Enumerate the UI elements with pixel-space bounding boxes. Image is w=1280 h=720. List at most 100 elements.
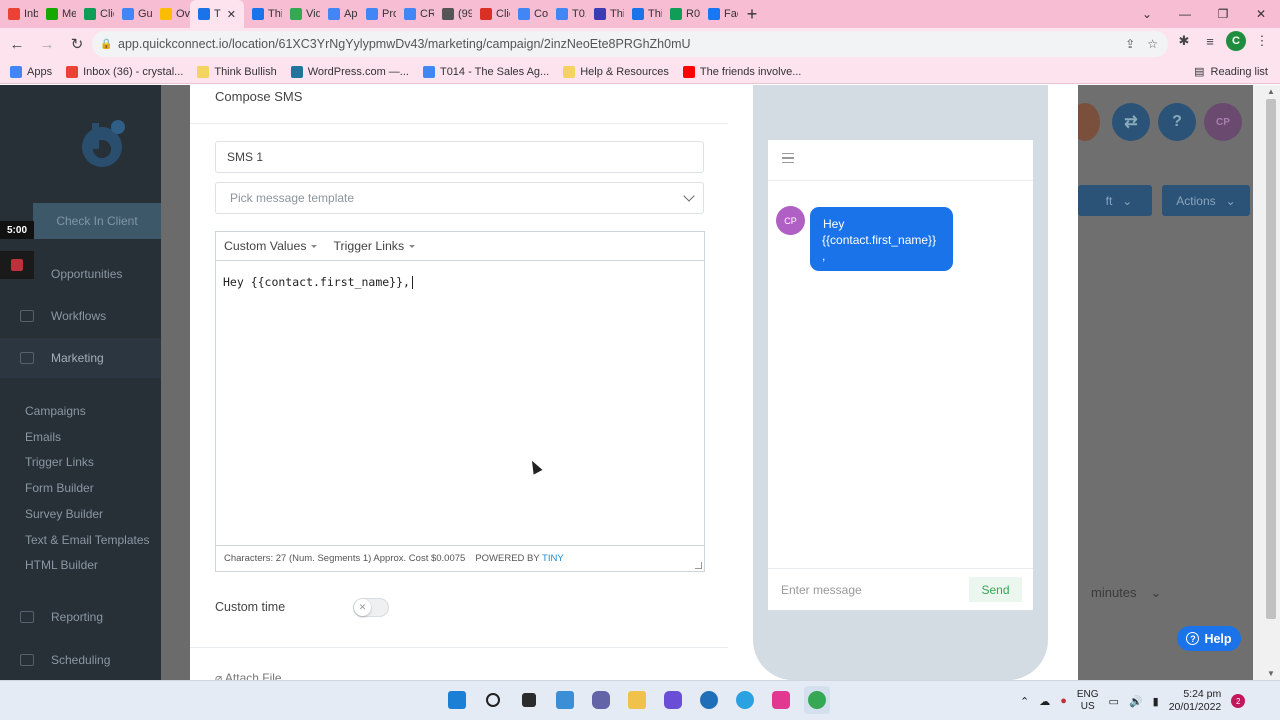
sidebar-sub-trigger-links[interactable]: Trigger Links	[25, 455, 94, 469]
slack-icon[interactable]	[768, 686, 794, 714]
bookmark-item[interactable]: Help & Resources	[563, 65, 669, 78]
bookmark-item[interactable]: Apps	[10, 65, 52, 78]
teams-chat-icon[interactable]	[588, 686, 614, 714]
bookmark-star-icon[interactable]: ☆	[1147, 37, 1158, 51]
preview-send-button[interactable]: Send	[969, 577, 1022, 602]
message-template-select[interactable]: Pick message template	[215, 182, 704, 214]
browser-tab[interactable]: Inbo	[0, 0, 38, 28]
restore-icon[interactable]: ❐	[1204, 0, 1242, 28]
clock[interactable]: 5:24 pm 20/01/2022	[1169, 688, 1222, 714]
start-icon[interactable]	[444, 686, 470, 714]
help-circle-icon[interactable]: ?	[1158, 103, 1196, 141]
tab-search-icon[interactable]: ⌄	[1128, 0, 1166, 28]
tiny-link[interactable]: TINY	[542, 553, 564, 564]
switch-icon[interactable]: ⇄	[1112, 103, 1150, 141]
chevron-up-icon[interactable]: ⌃	[1020, 695, 1029, 708]
edge-icon[interactable]	[696, 686, 722, 714]
battery-icon[interactable]: ▮	[1153, 695, 1159, 708]
resize-handle-icon[interactable]	[695, 562, 702, 569]
microphone-icon[interactable]: ●	[1060, 695, 1067, 707]
sidebar-sub-campaigns[interactable]: Campaigns	[25, 404, 86, 418]
sidebar-item-scheduling[interactable]: Scheduling	[0, 640, 161, 680]
browser-tab[interactable]: Mes	[38, 0, 76, 28]
editor-body[interactable]: Hey {{contact.first_name}},	[216, 261, 704, 303]
bookmark-item[interactable]: T014 - The Sales Ag...	[422, 65, 549, 78]
language-indicator[interactable]: ENG US	[1077, 689, 1099, 713]
browser-tab[interactable]: App	[320, 0, 358, 28]
divider	[190, 647, 728, 648]
notification-badge[interactable]: 2	[1231, 694, 1246, 708]
help-button[interactable]: ? Help	[1177, 626, 1241, 651]
back-icon[interactable]: ←	[4, 31, 30, 57]
sidebar-item-workflows[interactable]: Workflows	[0, 296, 161, 336]
user-avatar[interactable]: CP	[1204, 103, 1242, 141]
custom-time-toggle[interactable]: ✕	[353, 598, 389, 617]
page-scrollbar[interactable]: ▲ ▼	[1253, 85, 1280, 680]
sidebar-item-marketing[interactable]: Marketing	[0, 338, 161, 378]
browser-tab[interactable]: (99+	[434, 0, 472, 28]
minutes-select[interactable]: minutes ⌄	[1091, 585, 1161, 601]
search-icon[interactable]	[480, 686, 506, 714]
scroll-down-icon[interactable]: ▼	[1267, 669, 1275, 678]
browser-tab[interactable]: Com	[510, 0, 548, 28]
widgets-icon[interactable]	[552, 686, 578, 714]
address-bar[interactable]: 🔒 app.quickconnect.io/location/61XC3YrNg…	[92, 31, 1168, 57]
recorder-icon[interactable]	[732, 686, 758, 714]
preview-message-input[interactable]: Enter message	[781, 583, 862, 597]
sidebar-item-opportunities[interactable]: Opportunities	[0, 254, 161, 294]
browser-tab[interactable]: Face	[700, 0, 738, 28]
sidebar-sub-form-builder[interactable]: Form Builder	[25, 481, 94, 495]
teams-icon[interactable]	[660, 686, 686, 714]
reload-icon[interactable]: ↻	[64, 31, 90, 57]
browser-tab[interactable]: Clien	[76, 0, 114, 28]
bookmark-item[interactable]: WordPress.com —...	[290, 65, 409, 78]
close-window-icon[interactable]: ✕	[1242, 0, 1280, 28]
scroll-up-icon[interactable]: ▲	[1267, 87, 1275, 96]
file-explorer-icon[interactable]	[624, 686, 650, 714]
browser-tab[interactable]: R00	[662, 0, 700, 28]
sms-name-input[interactable]: SMS 1	[215, 141, 704, 173]
browser-tab[interactable]: Proc	[358, 0, 396, 28]
browser-tab[interactable]: Guid	[114, 0, 152, 28]
minimize-icon[interactable]: —	[1166, 0, 1204, 28]
sidebar-sub-emails[interactable]: Emails	[25, 430, 61, 444]
new-tab-button[interactable]: +	[738, 0, 766, 28]
browser-tab[interactable]: T ✕	[190, 0, 244, 28]
trigger-links-menu[interactable]: Trigger Links	[333, 239, 415, 253]
browser-tab[interactable]: Thin	[586, 0, 624, 28]
forward-icon[interactable]: →	[34, 31, 60, 57]
media-control-icon[interactable]: ≡	[1200, 31, 1220, 51]
reading-list[interactable]: ▤ Reading list	[1194, 65, 1268, 79]
profile-avatar[interactable]: C	[1226, 31, 1246, 51]
browser-tab[interactable]: Thin	[244, 0, 282, 28]
sidebar-sub-html-builder[interactable]: HTML Builder	[25, 558, 98, 572]
bookmark-item[interactable]: Think Bullish	[197, 65, 277, 78]
volume-icon[interactable]: 🔊	[1129, 695, 1143, 708]
network-icon[interactable]: ▭	[1109, 695, 1119, 708]
browser-tab[interactable]: Over	[152, 0, 190, 28]
sidebar-item-reporting[interactable]: Reporting	[0, 597, 161, 637]
bookmark-item[interactable]: The friends involve...	[682, 65, 801, 78]
close-tab-icon[interactable]: ✕	[227, 8, 236, 21]
share-icon[interactable]: ⇪	[1125, 37, 1135, 51]
browser-tab[interactable]: Thin	[624, 0, 662, 28]
attach-file-button[interactable]: ⌀ Attach File	[215, 671, 282, 680]
cloud-icon[interactable]: ☁	[1039, 695, 1050, 708]
browser-tab[interactable]: T014	[548, 0, 586, 28]
actions-button[interactable]: Actions ⌄	[1162, 185, 1250, 216]
hamburger-menu-icon[interactable]	[782, 153, 794, 163]
sidebar-sub-survey-builder[interactable]: Survey Builder	[25, 507, 103, 521]
browser-tab[interactable]: CRY	[396, 0, 434, 28]
chrome-icon[interactable]	[804, 686, 830, 714]
browser-tab[interactable]: Vide	[282, 0, 320, 28]
bookmark-item[interactable]: Inbox (36) - crystal...	[66, 65, 183, 78]
draft-button[interactable]: ft ⌄	[1078, 185, 1152, 216]
sidebar-sub-templates[interactable]: Text & Email Templates	[25, 533, 150, 547]
custom-values-menu[interactable]: Custom Values	[224, 239, 317, 253]
task-view-icon[interactable]	[516, 686, 542, 714]
check-in-client-button[interactable]: Check In Client	[33, 203, 161, 239]
browser-tab[interactable]: Clien	[472, 0, 510, 28]
extensions-icon[interactable]: ✱	[1174, 31, 1194, 51]
scrollbar-thumb[interactable]	[1266, 99, 1276, 619]
chrome-menu-icon[interactable]: ⋮	[1252, 31, 1272, 51]
